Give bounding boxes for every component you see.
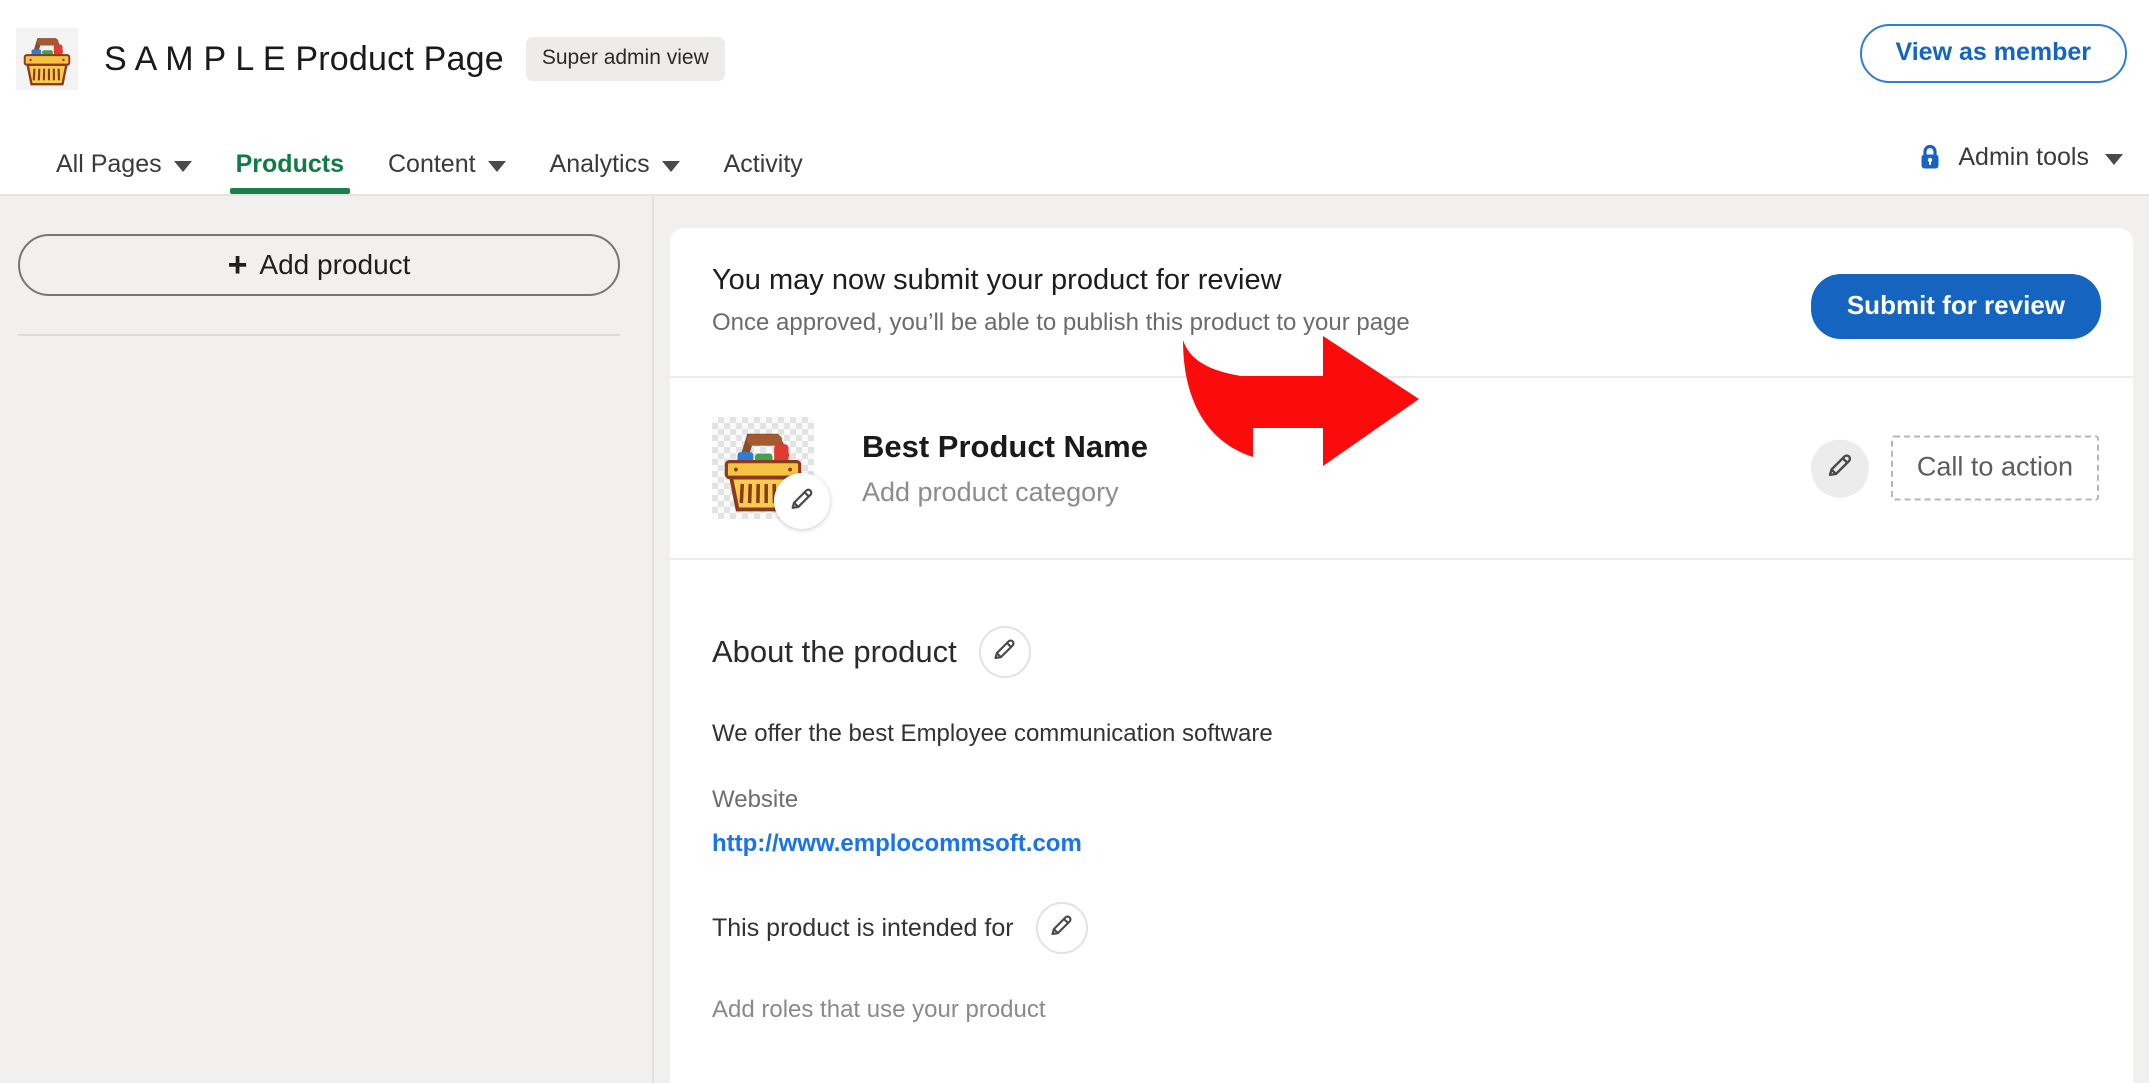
edit-call-to-action-button[interactable] [1810,439,1869,497]
product-detail-card: You may now submit your product for revi… [670,228,2133,1083]
super-admin-view-badge: Super admin view [525,37,725,81]
pencil-icon [1825,451,1855,486]
website-link[interactable]: http://www.emplocommsoft.com [712,830,1082,858]
admin-tools-menu[interactable]: Admin tools [1918,118,2123,196]
pencil-icon [1048,912,1075,944]
top-header: S A M P L E Product Page Super admin vie… [0,0,2149,118]
roles-placeholder[interactable]: Add roles that use your product [712,996,2091,1024]
chevron-down-icon [173,160,192,172]
product-thumbnail[interactable] [712,417,830,529]
nav-label: All Pages [56,149,162,178]
active-tab-underline [229,188,350,194]
product-text-block: Best Product Name Add product category [862,429,1148,508]
submit-review-banner: You may now submit your product for revi… [670,228,2133,376]
call-to-action-placeholder[interactable]: Call to action [1890,435,2099,501]
about-description: We offer the best Employee communication… [712,720,1273,747]
nav-label: Activity [723,149,803,178]
nav-item-analytics[interactable]: Analytics [528,118,702,196]
pencil-icon [788,485,816,518]
product-name: Best Product Name [862,428,1148,464]
chevron-down-icon [487,160,506,172]
page-body: + Add product You may now submit your pr… [0,196,2149,1083]
call-to-action-group: Call to action [1810,435,2099,501]
page-title: S A M P L E Product Page [104,39,504,78]
edit-about-button[interactable] [978,626,1031,678]
sidebar-divider [18,334,620,336]
nav-item-content[interactable]: Content [366,118,528,196]
main-navbar: All Pages Products Content Analytics Act… [0,118,2149,196]
products-sidebar: + Add product [0,196,654,1083]
about-header: About the product [712,626,2091,678]
nav-item-all-pages[interactable]: All Pages [34,118,214,196]
nav-label: Products [235,149,344,178]
nav-item-products[interactable]: Products [214,118,366,196]
view-as-member-button[interactable]: View as member [1859,24,2127,83]
admin-tools-label: Admin tools [1958,142,2089,171]
nav-label: Analytics [549,149,650,178]
product-summary-row: Best Product Name Add product category C… [670,378,2133,558]
chevron-down-icon [661,160,680,172]
navbar-items: All Pages Products Content Analytics Act… [34,118,825,196]
nav-item-activity[interactable]: Activity [702,118,825,196]
chevron-down-icon [2105,153,2123,165]
add-product-button[interactable]: + Add product [18,234,620,296]
brand-block: S A M P L E Product Page Super admin vie… [0,28,725,90]
edit-product-image-button[interactable] [774,473,830,529]
about-title: About the product [712,634,957,669]
lock-icon [1918,143,1942,171]
product-category-placeholder[interactable]: Add product category [862,477,1148,508]
about-product-section: About the product We offer the best Empl… [670,560,2133,1054]
intended-for-header: This product is intended for [712,902,2091,954]
intended-for-label: This product is intended for [712,913,1014,942]
add-product-label: Add product [259,249,411,280]
edit-intended-for-button[interactable] [1035,902,1088,954]
submit-for-review-button[interactable]: Submit for review [1810,274,2101,339]
website-label: Website [712,786,799,813]
plus-icon: + [227,246,248,284]
shopping-basket-icon [16,28,78,90]
app-root: S A M P L E Product Page Super admin vie… [0,0,2149,1083]
nav-label: Content [387,149,476,178]
pencil-icon [991,636,1018,668]
